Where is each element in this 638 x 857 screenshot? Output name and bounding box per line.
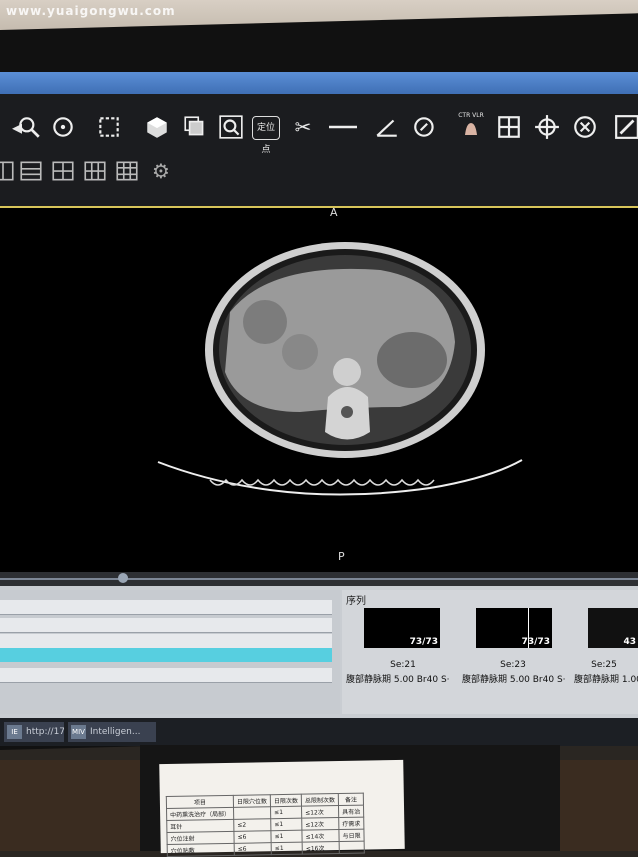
ellipse-roi-icon[interactable] [410,112,440,142]
toolbar-row-1: ◂ 定位点 ✂ CTR VLR [0,112,638,155]
ct-image[interactable] [150,232,530,502]
target-icon[interactable] [532,112,562,142]
layout-3x2-icon[interactable] [80,156,110,186]
ctr-vlr-icon[interactable]: CTR VLR [456,112,486,142]
paper-header-cell: 日限穴位数 [233,794,271,808]
stack-icon[interactable] [180,112,210,142]
list-row[interactable] [0,634,332,649]
taskbar-item-browser[interactable]: IE http://172... [4,722,64,742]
taskbar-label: http://172... [26,727,64,737]
paper-cell: ≤1 [270,818,302,831]
paper-cell: ≤1 [270,806,302,819]
slice-slider[interactable] [0,572,638,586]
taskbar-label: Intelligen... [90,727,141,737]
thumbnail-count: 43 [623,637,636,647]
crop-icon[interactable] [94,112,124,142]
paper-cell [233,806,271,820]
pen-icon[interactable] [612,112,638,142]
series-header: 序列 [346,596,366,607]
viewer-toolbar: ◂ 定位点 ✂ CTR VLR ⚙ [0,94,638,208]
series-panel: 序列 73/73 Se:21 腹部静脉期 5.00 Br40 S· 73/73 … [342,590,638,714]
series-thumbnail[interactable]: 43 [588,608,638,648]
paper-cell: 与日限 [338,829,365,842]
series-thumbnail[interactable]: 73/73 [364,608,440,648]
list-row-selected[interactable] [0,648,332,662]
orientation-label-bottom: P [338,550,345,563]
scissors-icon[interactable]: ✂ [288,112,318,142]
thumbnail-description: 腹部静脉期 1.00 [574,675,638,685]
paper-header-cell: 备注 [338,793,364,806]
list-row[interactable] [0,618,332,633]
list-row[interactable] [0,600,332,615]
lower-panels: 序列 73/73 Se:21 腹部静脉期 5.00 Br40 S· 73/73 … [0,572,638,732]
thumbnail-count: 73/73 [521,637,550,647]
thumbnail-series-number: Se:21 [390,660,416,670]
thumbnail-series-number: Se:25 [591,660,617,670]
paper-table-row: 穴位贴敷 ≤6 ≤1 ≤16次 [167,841,365,857]
paper-cell: ≤12次 [301,805,339,819]
mpr-3d-icon[interactable] [142,112,172,142]
paper-cell: ≤2 [233,818,271,832]
crosshair-box-icon[interactable] [494,112,524,142]
slider-track [0,578,638,580]
taskbar: IE http://172... MIV Intelligen... [0,718,638,746]
angle-icon[interactable] [372,112,402,142]
thumbnail-description: 腹部静脉期 5.00 Br40 S· [346,675,450,685]
clear-icon[interactable] [570,112,600,142]
paper-sheet: 项目 日限穴位数 日限次数 总限制次数 备注 中药熏洗治疗（局部） ≤1 ≤12… [159,759,405,857]
taskbar-item-viewer[interactable]: MIV Intelligen... [68,722,156,742]
list-row[interactable] [0,668,332,683]
paper-cell: 具有治 [338,805,364,818]
layout-2x2-icon[interactable] [48,156,78,186]
paper-cell: ≤14次 [301,829,340,843]
paper-table: 项目 日限穴位数 日限次数 总限制次数 备注 中药熏洗治疗（局部） ≤1 ≤12… [166,793,365,857]
locate-point-icon[interactable]: 定位点 [252,116,280,155]
layout-3x3-icon[interactable] [112,156,142,186]
paper-cell [339,841,365,854]
toolbar-row-2: ⚙ [0,156,638,196]
monitor-screen: ◂ 定位点 ✂ CTR VLR ⚙ A P 序列 73/73 Se:21 腹部静… [0,72,638,732]
series-thumbnail[interactable]: 73/73 [476,608,552,648]
paper-cell: ≤1 [271,842,303,855]
paper-cell: 疗需求 [338,817,364,830]
paper-cell: ≤12次 [301,817,339,831]
ctr-vlr-label: CTR VLR [458,112,484,119]
paper-cell: ≤1 [270,830,303,843]
info-list-panel [0,590,340,714]
paper-header-cell: 日限次数 [270,794,302,807]
thumbnail-count: 73/73 [409,637,438,647]
viewer-app-icon: MIV [71,725,86,739]
paper-cell: ≤6 [234,842,272,856]
browser-icon: IE [7,725,22,739]
orientation-label-top: A [330,206,338,219]
thumbnail-description: 腹部静脉期 5.00 Br40 S· [462,675,566,685]
settings-gear-icon[interactable]: ⚙ [146,156,176,186]
thumbnail-series-number: Se:23 [500,660,526,670]
line-measure-icon[interactable] [326,112,360,142]
window-title-bar [0,72,638,94]
watermark-text: www.yuaigongwu.com [6,4,176,18]
magnifier-box-icon[interactable] [216,112,246,142]
rotate-icon[interactable] [48,112,78,142]
paper-cell: ≤6 [233,830,272,844]
zoom-icon[interactable] [14,112,44,142]
paper-cell: ≤16次 [302,841,340,855]
slider-knob[interactable] [118,573,128,583]
paper-cell: 穴位贴敷 [167,843,235,857]
paper-header-cell: 总限制次数 [301,793,339,807]
layout-2x1-icon[interactable] [16,156,46,186]
